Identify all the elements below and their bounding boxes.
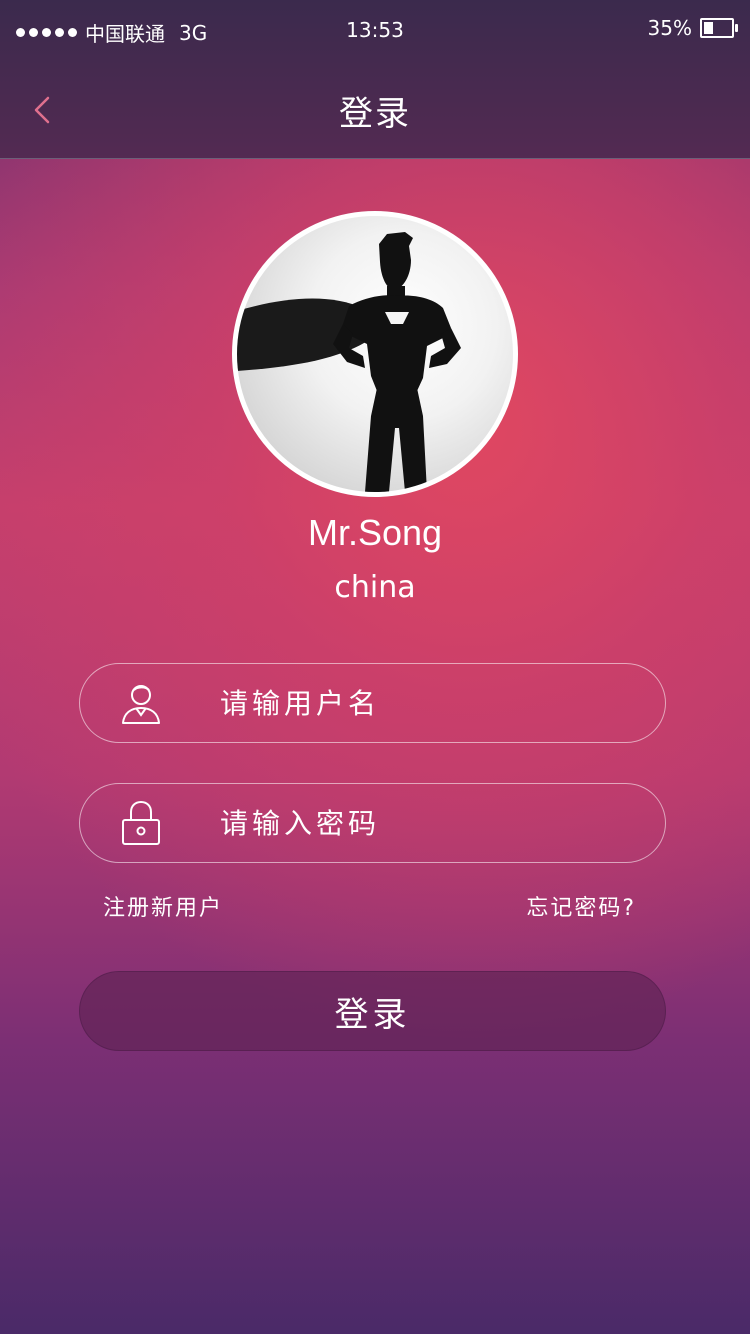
status-bar: 中国联通 3G 13:53 35% <box>0 0 750 60</box>
battery-fill <box>704 22 713 34</box>
user-icon <box>120 680 162 726</box>
superhero-avatar-image <box>237 232 461 492</box>
battery-icon <box>700 18 738 38</box>
page-title: 登录 <box>339 94 411 134</box>
avatar[interactable] <box>232 211 518 497</box>
register-link[interactable]: 注册新用户 <box>103 890 223 922</box>
profile-region: china <box>334 570 416 605</box>
top-bar: 中国联通 3G 13:53 35% 登录 <box>0 0 750 159</box>
auth-links: 注册新用户 忘记密码? <box>103 890 636 924</box>
login-button[interactable]: 登录 <box>79 971 666 1051</box>
password-input[interactable] <box>218 792 622 854</box>
lock-icon <box>120 800 162 846</box>
status-time: 13:53 <box>346 18 404 42</box>
forgot-password-link[interactable]: 忘记密码? <box>526 890 636 922</box>
username-input[interactable] <box>218 672 622 734</box>
password-field[interactable] <box>79 783 666 863</box>
profile-name: Mr.Song <box>307 512 443 553</box>
battery-percent: 35% <box>647 16 692 40</box>
username-field[interactable] <box>79 663 666 743</box>
status-right: 35% <box>647 16 738 40</box>
